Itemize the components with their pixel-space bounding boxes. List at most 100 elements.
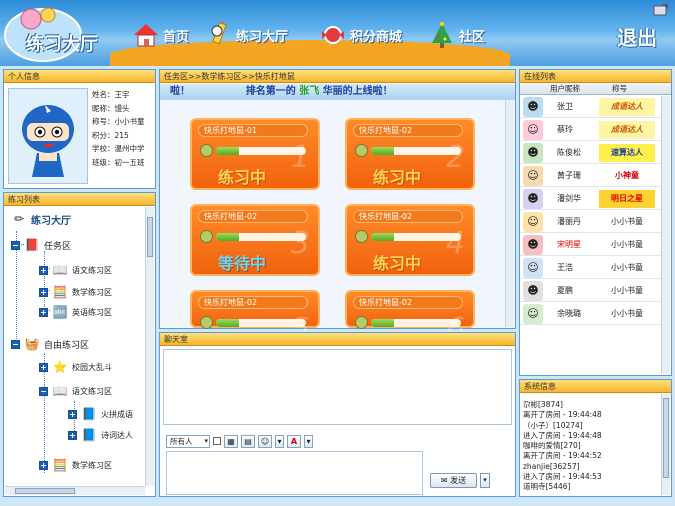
- personal-info-title: 个人信息: [4, 70, 155, 83]
- math-mascot-icon: 🧮: [52, 458, 68, 472]
- expand-icon[interactable]: +: [39, 287, 48, 297]
- practice-list-vscrollbar[interactable]: [145, 207, 154, 486]
- game-room-card[interactable]: 快乐打地鼠-02 6: [345, 290, 475, 347]
- tree-node-task-area[interactable]: − 📕 任务区: [11, 237, 71, 253]
- private-checkbox[interactable]: [213, 437, 221, 445]
- nav-home[interactable]: 首页: [132, 20, 189, 50]
- user-title-badge: 小神童: [599, 166, 655, 185]
- open-book-icon: 📘: [81, 407, 97, 421]
- expand-icon[interactable]: +: [68, 430, 77, 440]
- online-user-row[interactable]: ☺ 王浩 小小书童: [520, 257, 663, 279]
- clear-icon[interactable]: ▦: [224, 434, 238, 448]
- send-button[interactable]: ✉ 发送: [430, 473, 477, 488]
- expand-icon[interactable]: +: [39, 362, 48, 372]
- room-progress-fill: [216, 147, 239, 155]
- collapse-icon[interactable]: −: [11, 240, 20, 250]
- system-log-line: 进入了房间 - 19:44:48: [523, 430, 602, 440]
- room-name: 快乐打地鼠-02: [198, 296, 308, 309]
- room-name: 快乐打地鼠-02: [198, 210, 308, 223]
- game-room-card[interactable]: 快乐打地鼠-01 1 练习中: [190, 118, 320, 190]
- online-user-row[interactable]: ☺ 余晓璐 小小书童: [520, 303, 663, 325]
- user-nickname: 王浩: [557, 263, 573, 272]
- basket-icon: 🧺: [24, 337, 40, 351]
- nav-home-label: 首页: [163, 29, 190, 45]
- col-nickname: 用户昵称: [550, 84, 580, 93]
- tree-node-poetry-master[interactable]: + 📘 诗词达人: [68, 427, 133, 443]
- scroll-thumb[interactable]: [663, 398, 669, 478]
- tree-node-campus-battle[interactable]: + ⭐ 校园大乱斗: [39, 359, 112, 375]
- nav-community[interactable]: 社区: [428, 20, 485, 50]
- user-title-badge: 明日之星: [599, 189, 655, 208]
- user-title-badge: 小小书童: [611, 308, 643, 318]
- send-label: 发送: [450, 476, 467, 485]
- game-room-card[interactable]: 快乐打地鼠-02 5: [190, 290, 320, 347]
- online-user-row[interactable]: ☻ 夏鹏 小小书童: [520, 280, 663, 302]
- tree-node-chinese-practice[interactable]: + 📖 语文练习区: [39, 262, 112, 278]
- online-user-row[interactable]: ☻ 宋明星 小小书童: [520, 234, 663, 256]
- send-icon: ✉: [440, 476, 448, 485]
- star-icon: ⭐: [52, 360, 68, 374]
- tree-node-idiom-battle[interactable]: + 📘 火拼成语: [68, 406, 133, 422]
- expand-icon[interactable]: +: [39, 265, 48, 275]
- user-avatar-icon: ☺: [523, 303, 543, 324]
- nav-points-mall[interactable]: 积分商城: [319, 20, 402, 50]
- game-room-card[interactable]: 快乐打地鼠-02 2 练习中: [345, 118, 475, 190]
- marquee-part2: 张飞: [299, 86, 320, 97]
- expand-icon[interactable]: +: [39, 307, 48, 317]
- window-corner-icon[interactable]: [653, 3, 669, 17]
- system-info-title: 系统信息: [520, 380, 671, 393]
- tree-node-math-practice[interactable]: + 🧮 数学练习区: [39, 284, 112, 300]
- send-options-dropdown[interactable]: ▾: [480, 473, 490, 488]
- chat-input[interactable]: [166, 451, 423, 495]
- online-user-row[interactable]: ☺ 黄子珊 小神童: [520, 165, 663, 187]
- marquee-part3: 华丽的上线啦！: [322, 86, 393, 97]
- room-list-vscrollbar[interactable]: [505, 100, 514, 327]
- practice-list-hscrollbar[interactable]: [5, 486, 145, 495]
- online-user-row[interactable]: ☻ 陈俊松 速算达人: [520, 142, 663, 164]
- chat-title: 聊天室: [160, 333, 515, 346]
- chat-messages-area[interactable]: [163, 349, 512, 425]
- online-user-row[interactable]: ☻ 张卫 成语达人: [520, 96, 663, 118]
- tree-node-math-practice-free[interactable]: + 🧮 数学练习区: [39, 457, 112, 473]
- nav-points-mall-label: 积分商城: [350, 29, 403, 45]
- room-status: 等待中: [218, 254, 267, 273]
- online-user-row[interactable]: ☻ 潘剑华 明日之星: [520, 188, 663, 210]
- info-class: 班级：初一五班: [92, 157, 145, 167]
- save-icon[interactable]: ▤: [241, 434, 255, 448]
- chat-panel: 聊天室 所有人 ▦ ▤ ☺ ▾ A ▾ ✉ 发送 ▾: [159, 332, 516, 497]
- exit-button[interactable]: 退出: [617, 22, 657, 51]
- online-list-vscrollbar[interactable]: [661, 96, 670, 374]
- user-avatar-icon: ☻: [523, 142, 543, 163]
- online-user-row[interactable]: ☺ 潘丽丹 小小书童: [520, 211, 663, 233]
- game-room-card[interactable]: 快乐打地鼠-02 3 等待中: [190, 204, 320, 276]
- scroll-thumb[interactable]: [15, 488, 75, 494]
- font-color-dropdown-icon[interactable]: ▾: [304, 434, 313, 448]
- collapse-icon[interactable]: −: [11, 339, 20, 349]
- system-log-line: 尕彬[3874]: [523, 400, 563, 409]
- tree-node-free-practice[interactable]: − 🧺 自由练习区: [11, 336, 89, 352]
- user-avatar-icon: ☺: [523, 257, 543, 278]
- system-info-vscrollbar[interactable]: [661, 394, 670, 495]
- scroll-thumb[interactable]: [147, 217, 153, 257]
- game-room-card[interactable]: 快乐打地鼠-02 4 练习中: [345, 204, 475, 276]
- online-list-title: 在线列表: [520, 70, 671, 83]
- font-color-icon[interactable]: A: [287, 434, 301, 448]
- expand-icon[interactable]: +: [68, 409, 77, 419]
- info-title: 称号：小小书童: [92, 117, 145, 126]
- nav-practice-hall[interactable]: 练习大厅: [205, 20, 288, 50]
- avatar: [8, 88, 88, 184]
- expand-icon[interactable]: +: [39, 460, 48, 470]
- system-log-line: zhanjie[36257]: [523, 461, 580, 471]
- tree-node-chinese-practice-free[interactable]: − 📖 语文练习区: [39, 383, 112, 399]
- collapse-icon[interactable]: −: [39, 386, 48, 396]
- pencil-mascot-icon: ✏: [13, 212, 25, 226]
- emoji-icon[interactable]: ☺: [258, 434, 272, 448]
- tree-root-practice-hall[interactable]: ✏ 练习大厅: [10, 211, 71, 227]
- user-title-badge: 成语达人: [599, 97, 655, 116]
- online-user-row[interactable]: ☺ 蔡玲 成语达人: [520, 119, 663, 141]
- system-log-line: 进入了房间 - 19:44:53: [523, 472, 602, 482]
- recipient-select[interactable]: 所有人: [166, 434, 210, 448]
- tree-node-english-practice[interactable]: + 🔤 英语练习区: [39, 304, 112, 320]
- room-number: 1: [290, 140, 310, 175]
- emoji-dropdown-icon[interactable]: ▾: [275, 434, 284, 448]
